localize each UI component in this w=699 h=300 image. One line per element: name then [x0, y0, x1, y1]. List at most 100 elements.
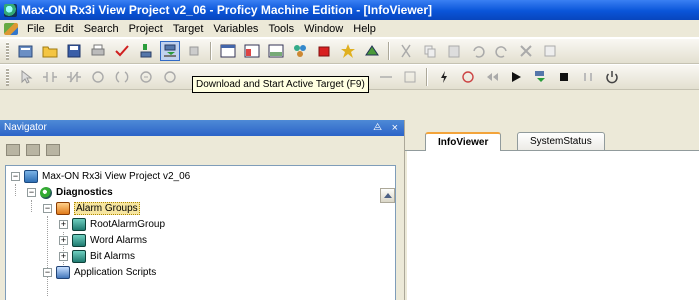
- copy-icon[interactable]: [420, 41, 440, 61]
- data-watch-icon[interactable]: [338, 41, 358, 61]
- alarm-group-icon: [72, 234, 86, 247]
- infoviewer-icon[interactable]: [362, 41, 382, 61]
- tree-label: Word Alarms: [90, 235, 148, 246]
- tree-label: Application Scripts: [74, 267, 157, 278]
- tab-systemstatus[interactable]: SystemStatus: [517, 132, 605, 150]
- menu-variables[interactable]: Variables: [208, 23, 263, 35]
- document-icon[interactable]: [4, 22, 18, 35]
- collapse-icon[interactable]: −: [43, 268, 52, 277]
- negated-coil-icon[interactable]: [112, 67, 132, 87]
- validate-check-icon[interactable]: [112, 41, 132, 61]
- menu-tools[interactable]: Tools: [263, 23, 299, 35]
- tree-label: Max-ON Rx3i View Project v2_06: [42, 171, 191, 182]
- stop-icon[interactable]: [554, 67, 574, 87]
- toolbar-grip[interactable]: [6, 68, 9, 86]
- tree-node-root-alarm-group[interactable]: + RootAlarmGroup: [59, 216, 165, 233]
- inspector-icon[interactable]: [314, 41, 334, 61]
- tab-infoviewer[interactable]: InfoViewer: [425, 132, 502, 152]
- alarm-group-icon: [72, 250, 86, 263]
- expand-icon[interactable]: +: [59, 236, 68, 245]
- scrollbar-up-button[interactable]: [380, 188, 395, 203]
- download-run-icon[interactable]: [530, 67, 550, 87]
- expand-icon[interactable]: +: [59, 220, 68, 229]
- expand-icon[interactable]: +: [59, 252, 68, 261]
- delete-icon[interactable]: [516, 41, 536, 61]
- project-open-icon[interactable]: [16, 41, 36, 61]
- companion-window-icon[interactable]: [242, 41, 262, 61]
- collapse-icon[interactable]: −: [11, 172, 20, 181]
- tree-node-alarm-groups[interactable]: − Alarm Groups: [43, 200, 140, 217]
- tree-connector: [47, 216, 48, 296]
- navigator-tabs: [6, 141, 66, 159]
- tree-label: RootAlarmGroup: [90, 219, 166, 230]
- tree-node-word-alarms[interactable]: + Word Alarms: [59, 232, 147, 249]
- tree-label: Bit Alarms: [90, 251, 136, 262]
- properties-icon[interactable]: [540, 41, 560, 61]
- select-pointer-icon[interactable]: [16, 67, 36, 87]
- normally-open-contact-icon[interactable]: [40, 67, 60, 87]
- project-view-icon[interactable]: [6, 144, 20, 156]
- document-area: InfoViewer SystemStatus: [405, 120, 699, 300]
- project-icon: [24, 170, 38, 183]
- toolchest-icon[interactable]: [290, 41, 310, 61]
- coil-icon[interactable]: [88, 67, 108, 87]
- undo-icon[interactable]: [468, 41, 488, 61]
- run-icon[interactable]: [506, 67, 526, 87]
- vertical-wire-icon[interactable]: [400, 67, 420, 87]
- standard-toolbar: [0, 38, 699, 64]
- feedback-zone-icon[interactable]: [266, 41, 286, 61]
- toolbar-separator: [388, 42, 390, 60]
- save-icon[interactable]: [64, 41, 84, 61]
- navigator-window-icon[interactable]: [218, 41, 238, 61]
- toolbar-grip[interactable]: [6, 42, 9, 60]
- reset-coil-icon[interactable]: [160, 67, 180, 87]
- tree-node-project[interactable]: − Max-ON Rx3i View Project v2_06: [11, 168, 190, 185]
- cut-icon[interactable]: [396, 41, 416, 61]
- target-info-icon[interactable]: [184, 41, 204, 61]
- navigator-header: Navigator ⨺ ×: [0, 120, 404, 136]
- window-title: Max-ON Rx3i View Project v2_06 - Proficy…: [21, 3, 433, 17]
- alarm-groups-icon: [56, 202, 70, 215]
- menu-window[interactable]: Window: [299, 23, 348, 35]
- tree-label: Diagnostics: [56, 187, 113, 198]
- pin-icon[interactable]: ⨺: [373, 120, 382, 136]
- rewind-icon[interactable]: [482, 67, 502, 87]
- horizontal-wire-icon[interactable]: [376, 67, 396, 87]
- pause-icon[interactable]: [578, 67, 598, 87]
- print-icon[interactable]: [88, 41, 108, 61]
- menu-file[interactable]: File: [22, 23, 50, 35]
- open-folder-icon[interactable]: [40, 41, 60, 61]
- menu-search[interactable]: Search: [79, 23, 124, 35]
- project-tree: − Max-ON Rx3i View Project v2_06 − Diagn…: [5, 165, 396, 300]
- menu-target[interactable]: Target: [168, 23, 209, 35]
- close-icon[interactable]: ×: [392, 120, 398, 136]
- alarm-group-icon: [72, 218, 86, 231]
- collapse-icon[interactable]: −: [27, 188, 36, 197]
- navigator-title: Navigator: [4, 122, 47, 133]
- infoviewer-content: [407, 151, 699, 300]
- paste-icon[interactable]: [444, 41, 464, 61]
- menu-project[interactable]: Project: [124, 23, 168, 35]
- toolbar-separator: [210, 42, 212, 60]
- app-icon: [4, 3, 17, 17]
- collapse-icon[interactable]: −: [43, 204, 52, 213]
- set-coil-icon[interactable]: [136, 67, 156, 87]
- tree-node-application-scripts[interactable]: − Application Scripts: [43, 264, 156, 281]
- upload-icon[interactable]: [136, 41, 156, 61]
- tree-connector: [31, 200, 32, 212]
- menu-bar: File Edit Search Project Target Variable…: [0, 20, 699, 38]
- utilities-view-icon[interactable]: [46, 144, 60, 156]
- power-icon[interactable]: [602, 67, 622, 87]
- tree-node-diagnostics[interactable]: − Diagnostics: [27, 184, 113, 201]
- download-start-button[interactable]: [160, 41, 180, 61]
- menu-help[interactable]: Help: [348, 23, 381, 35]
- tree-connector: [15, 184, 16, 196]
- function-block-icon[interactable]: [434, 67, 454, 87]
- online-toggle-icon[interactable]: [458, 67, 478, 87]
- manager-view-icon[interactable]: [26, 144, 40, 156]
- scripts-icon: [56, 266, 70, 279]
- menu-edit[interactable]: Edit: [50, 23, 79, 35]
- redo-icon[interactable]: [492, 41, 512, 61]
- tree-node-bit-alarms[interactable]: + Bit Alarms: [59, 248, 135, 265]
- normally-closed-contact-icon[interactable]: [64, 67, 84, 87]
